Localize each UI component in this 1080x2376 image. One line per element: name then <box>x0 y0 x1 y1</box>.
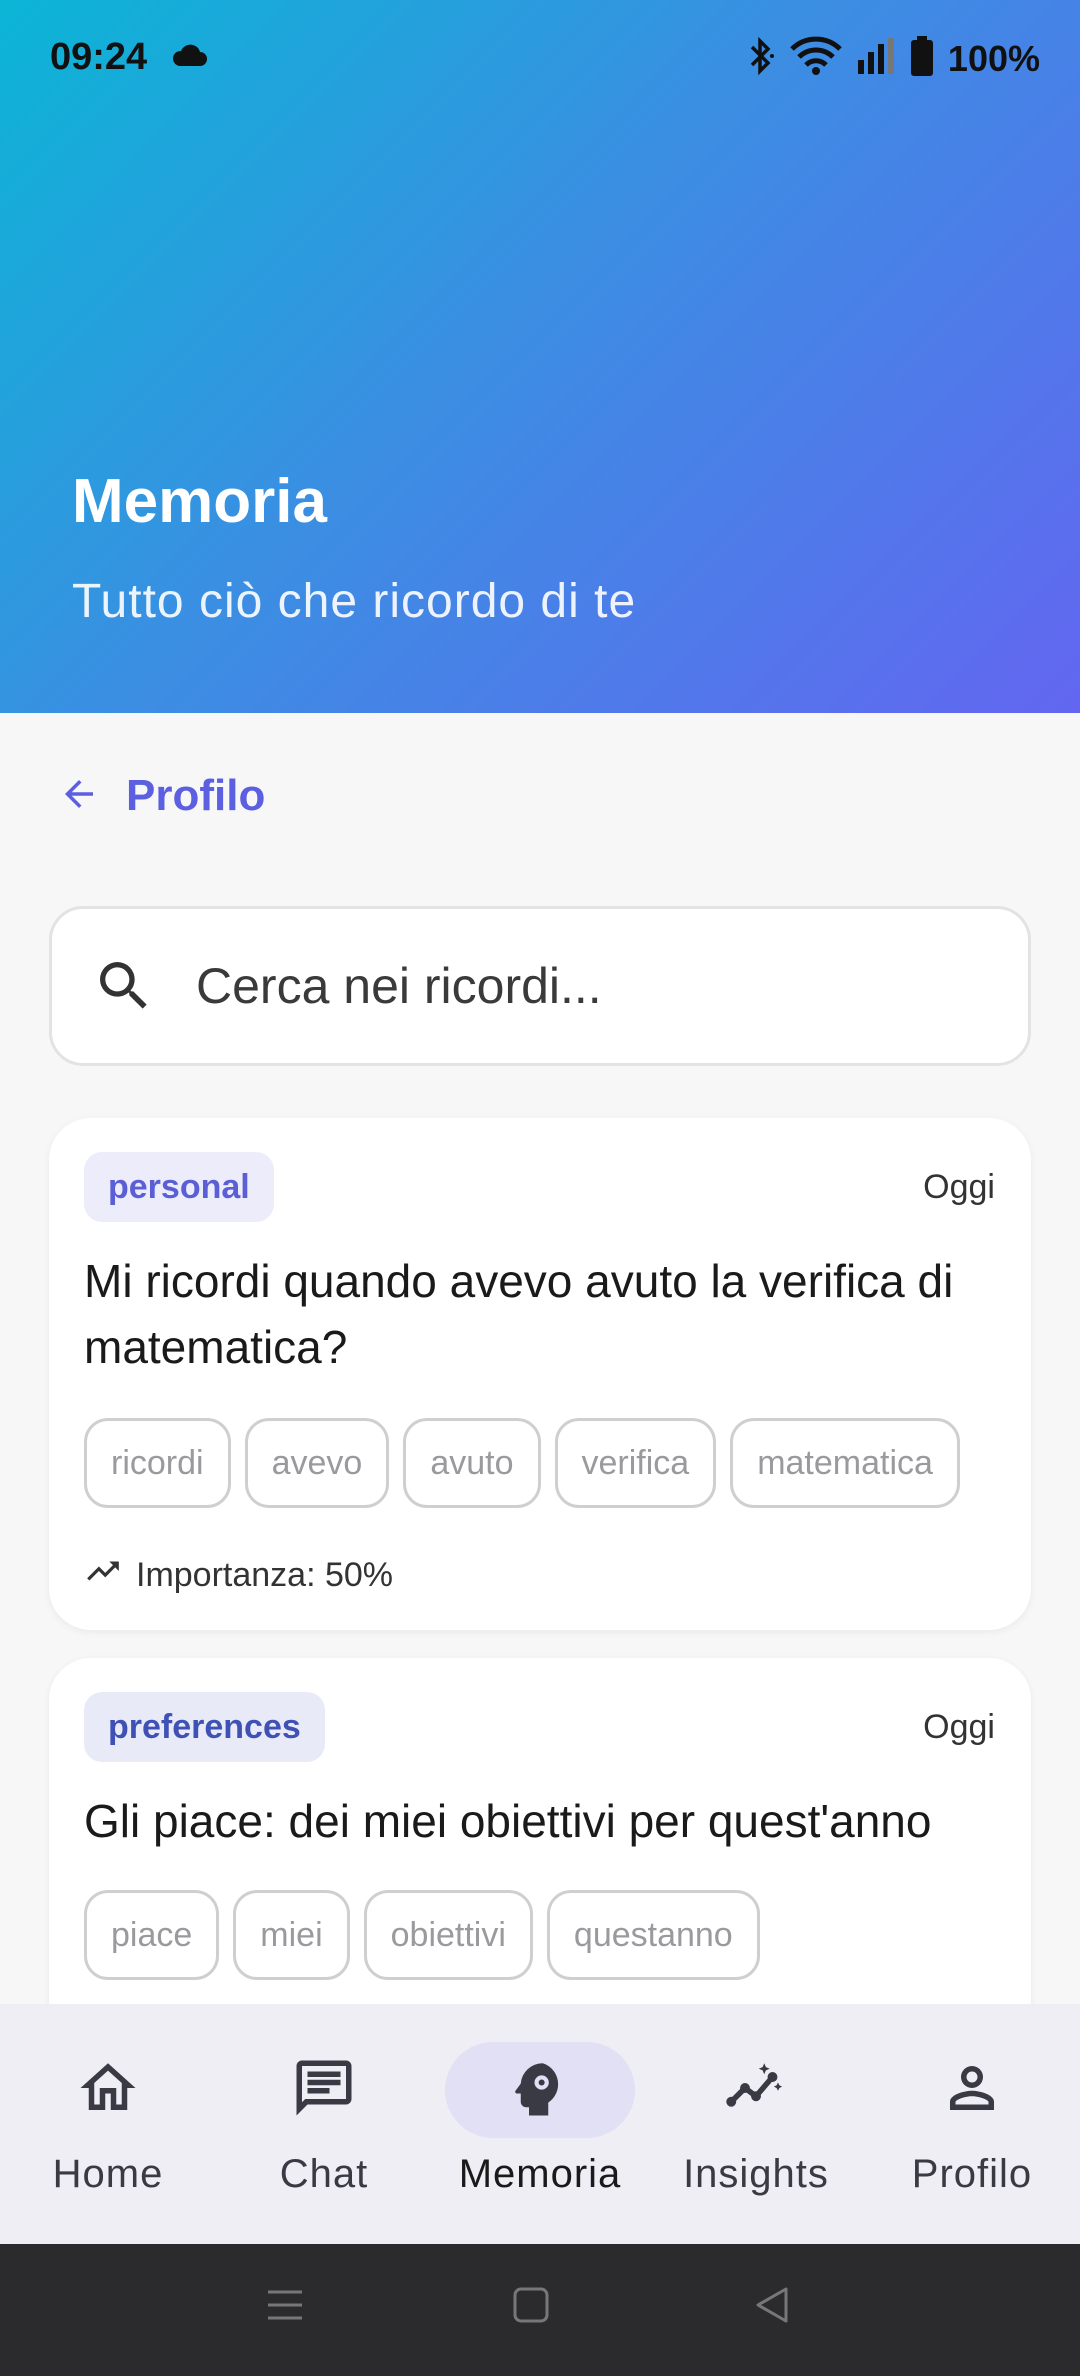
importance-label: Importanza: 50% <box>136 1556 394 1594</box>
back-to-profile-button[interactable]: Profilo <box>58 766 265 826</box>
back-label: Profilo <box>126 771 266 820</box>
nav-item-chat[interactable]: Chat <box>216 2004 432 2244</box>
memory-text: Mi ricordi quando avevo avuto la verific… <box>84 1255 954 1373</box>
memory-card[interactable]: personal Oggi Mi ricordi quando avevo av… <box>49 1118 1031 1630</box>
menu-icon[interactable] <box>264 2284 306 2331</box>
nav-item-home[interactable]: Home <box>0 2004 216 2244</box>
memory-date: Oggi <box>923 1168 995 1206</box>
status-time: 09:24 <box>50 36 148 78</box>
status-bar: 09:24 100% <box>0 0 1080 120</box>
insights-icon <box>723 2055 789 2126</box>
bluetooth-icon <box>746 36 776 81</box>
tag-list: piace miei obiettivi questanno <box>84 1890 760 1980</box>
tag-chip[interactable]: avevo <box>244 1418 390 1508</box>
tag-chip[interactable]: avuto <box>403 1418 541 1508</box>
trending-up-icon <box>84 1552 122 1599</box>
page-subtitle: Tutto ciò che ricordo di te <box>72 575 637 628</box>
signal-icon <box>856 38 896 79</box>
tag-chip[interactable]: questanno <box>546 1890 760 1980</box>
cloud-icon <box>172 44 208 73</box>
back-triangle-icon[interactable] <box>752 2284 794 2331</box>
search-input[interactable] <box>196 957 956 1015</box>
search-icon <box>92 954 156 1018</box>
nav-item-memoria[interactable]: Memoria <box>432 2004 648 2244</box>
nav-label: Insights <box>683 2152 829 2196</box>
tag-chip[interactable]: ricordi <box>84 1418 231 1508</box>
nav-label: Chat <box>279 2152 369 2196</box>
psychology-icon <box>507 2055 573 2126</box>
category-badge: preferences <box>84 1692 325 1762</box>
wifi-icon <box>790 36 842 81</box>
chat-icon <box>291 2055 357 2126</box>
importance-row: Importanza: 50% <box>84 1552 393 1599</box>
battery-percent: 100% <box>947 37 1040 79</box>
memory-card[interactable]: preferences Oggi Gli piace: dei miei obi… <box>49 1658 1031 2058</box>
bottom-navigation: Home Chat Memoria Insights Profilo <box>0 2004 1080 2244</box>
nav-label: Home <box>52 2152 164 2196</box>
tag-chip[interactable]: obiettivi <box>363 1890 533 1980</box>
home-icon <box>75 2055 141 2126</box>
nav-label: Memoria <box>458 2152 622 2196</box>
memory-date: Oggi <box>923 1708 995 1746</box>
battery-icon <box>910 36 934 81</box>
tag-list: ricordi avevo avuto verifica matematica <box>84 1418 960 1508</box>
nav-item-profilo[interactable]: Profilo <box>864 2004 1080 2244</box>
category-badge: personal <box>84 1152 274 1222</box>
arrow-back-icon <box>58 773 100 820</box>
nav-item-insights[interactable]: Insights <box>648 2004 864 2244</box>
tag-chip[interactable]: matematica <box>730 1418 960 1508</box>
search-box[interactable] <box>49 906 1031 1066</box>
system-navigation-bar <box>0 2244 1080 2376</box>
tag-chip[interactable]: miei <box>233 1890 350 1980</box>
person-icon <box>939 2055 1005 2126</box>
header: 09:24 100% Memoria Tutto ciò che ricordo… <box>0 0 1080 713</box>
page-title: Memoria <box>72 467 327 536</box>
tag-chip[interactable]: piace <box>84 1890 220 1980</box>
home-button-icon[interactable] <box>510 2284 552 2331</box>
tag-chip[interactable]: verifica <box>554 1418 717 1508</box>
nav-label: Profilo <box>911 2152 1033 2196</box>
memory-text: Gli piace: dei miei obiettivi per quest'… <box>84 1795 932 1847</box>
